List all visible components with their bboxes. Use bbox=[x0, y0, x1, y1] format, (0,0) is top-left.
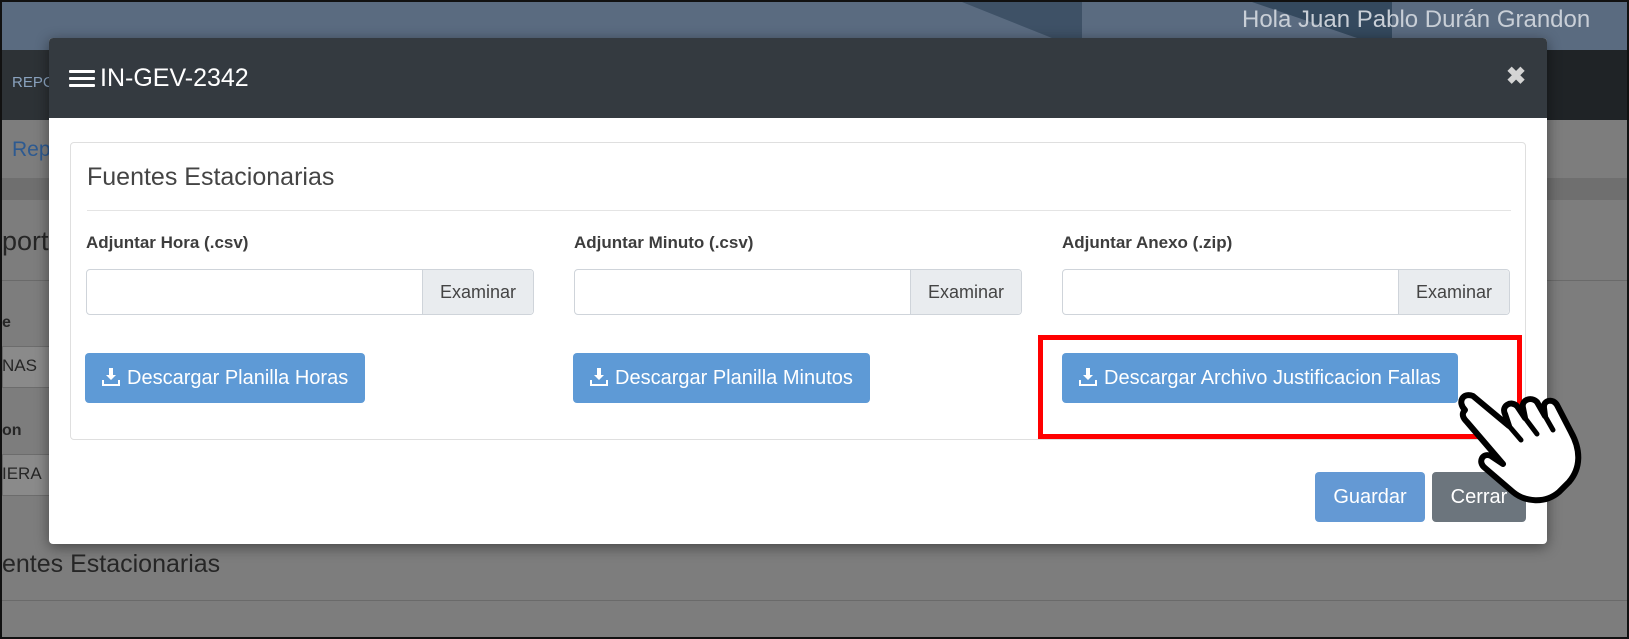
browse-button[interactable]: Examinar bbox=[910, 270, 1021, 314]
pointing-hand-icon bbox=[1458, 392, 1582, 504]
background-nav-item: REPC bbox=[12, 74, 54, 91]
upload-group-hora: Adjuntar Hora (.csv) Examinar bbox=[86, 233, 534, 315]
modal-title: IN-GEV-2342 bbox=[100, 64, 249, 92]
browse-button[interactable]: Examinar bbox=[1398, 270, 1509, 314]
background-navbar-right bbox=[1547, 50, 1627, 120]
download-planilla-horas-button[interactable]: Descargar Planilla Horas bbox=[85, 353, 366, 403]
button-label: Descargar Planilla Horas bbox=[127, 367, 349, 389]
modal-dialog: IN-GEV-2342 ✖ Fuentes Estacionarias Adju… bbox=[49, 38, 1547, 544]
bars-icon bbox=[69, 70, 95, 88]
card-divider bbox=[87, 210, 1511, 211]
background-greeting: Hola Juan Pablo Durán Grandon bbox=[1242, 6, 1591, 33]
screenshot-frame: Hola Juan Pablo Durán Grandon REPC Rep p… bbox=[0, 0, 1629, 639]
upload-label: Adjuntar Anexo (.zip) bbox=[1062, 233, 1233, 252]
upload-group-anexo: Adjuntar Anexo (.zip) Examinar bbox=[1062, 233, 1510, 315]
save-button[interactable]: Guardar bbox=[1315, 472, 1425, 522]
download-icon bbox=[590, 368, 608, 386]
file-input-minuto[interactable]: Examinar bbox=[574, 269, 1022, 315]
browse-button[interactable]: Examinar bbox=[422, 270, 533, 314]
upload-label: Adjuntar Hora (.csv) bbox=[86, 233, 249, 252]
background-label: e bbox=[2, 314, 11, 331]
card-title: Fuentes Estacionarias bbox=[87, 163, 335, 191]
background-field-value: NAS bbox=[2, 356, 37, 375]
modal-header: IN-GEV-2342 ✖ bbox=[49, 38, 1547, 118]
file-input-anexo[interactable]: Examinar bbox=[1062, 269, 1510, 315]
button-label: Descargar Planilla Minutos bbox=[615, 367, 853, 389]
upload-label: Adjuntar Minuto (.csv) bbox=[574, 233, 754, 252]
close-icon[interactable]: ✖ bbox=[1506, 62, 1526, 91]
background-label: on bbox=[2, 422, 22, 439]
background-breadcrumb: Rep bbox=[12, 138, 51, 161]
background-section-title: entes Estacionarias bbox=[2, 550, 221, 578]
file-input-hora[interactable]: Examinar bbox=[86, 269, 534, 315]
background-heading: port bbox=[2, 226, 49, 256]
upload-group-minuto: Adjuntar Minuto (.csv) Examinar bbox=[574, 233, 1022, 315]
background-field-value: IERA bbox=[2, 464, 42, 483]
background-divider bbox=[2, 600, 1627, 601]
download-planilla-minutos-button[interactable]: Descargar Planilla Minutos bbox=[573, 353, 870, 403]
download-icon bbox=[102, 368, 120, 386]
